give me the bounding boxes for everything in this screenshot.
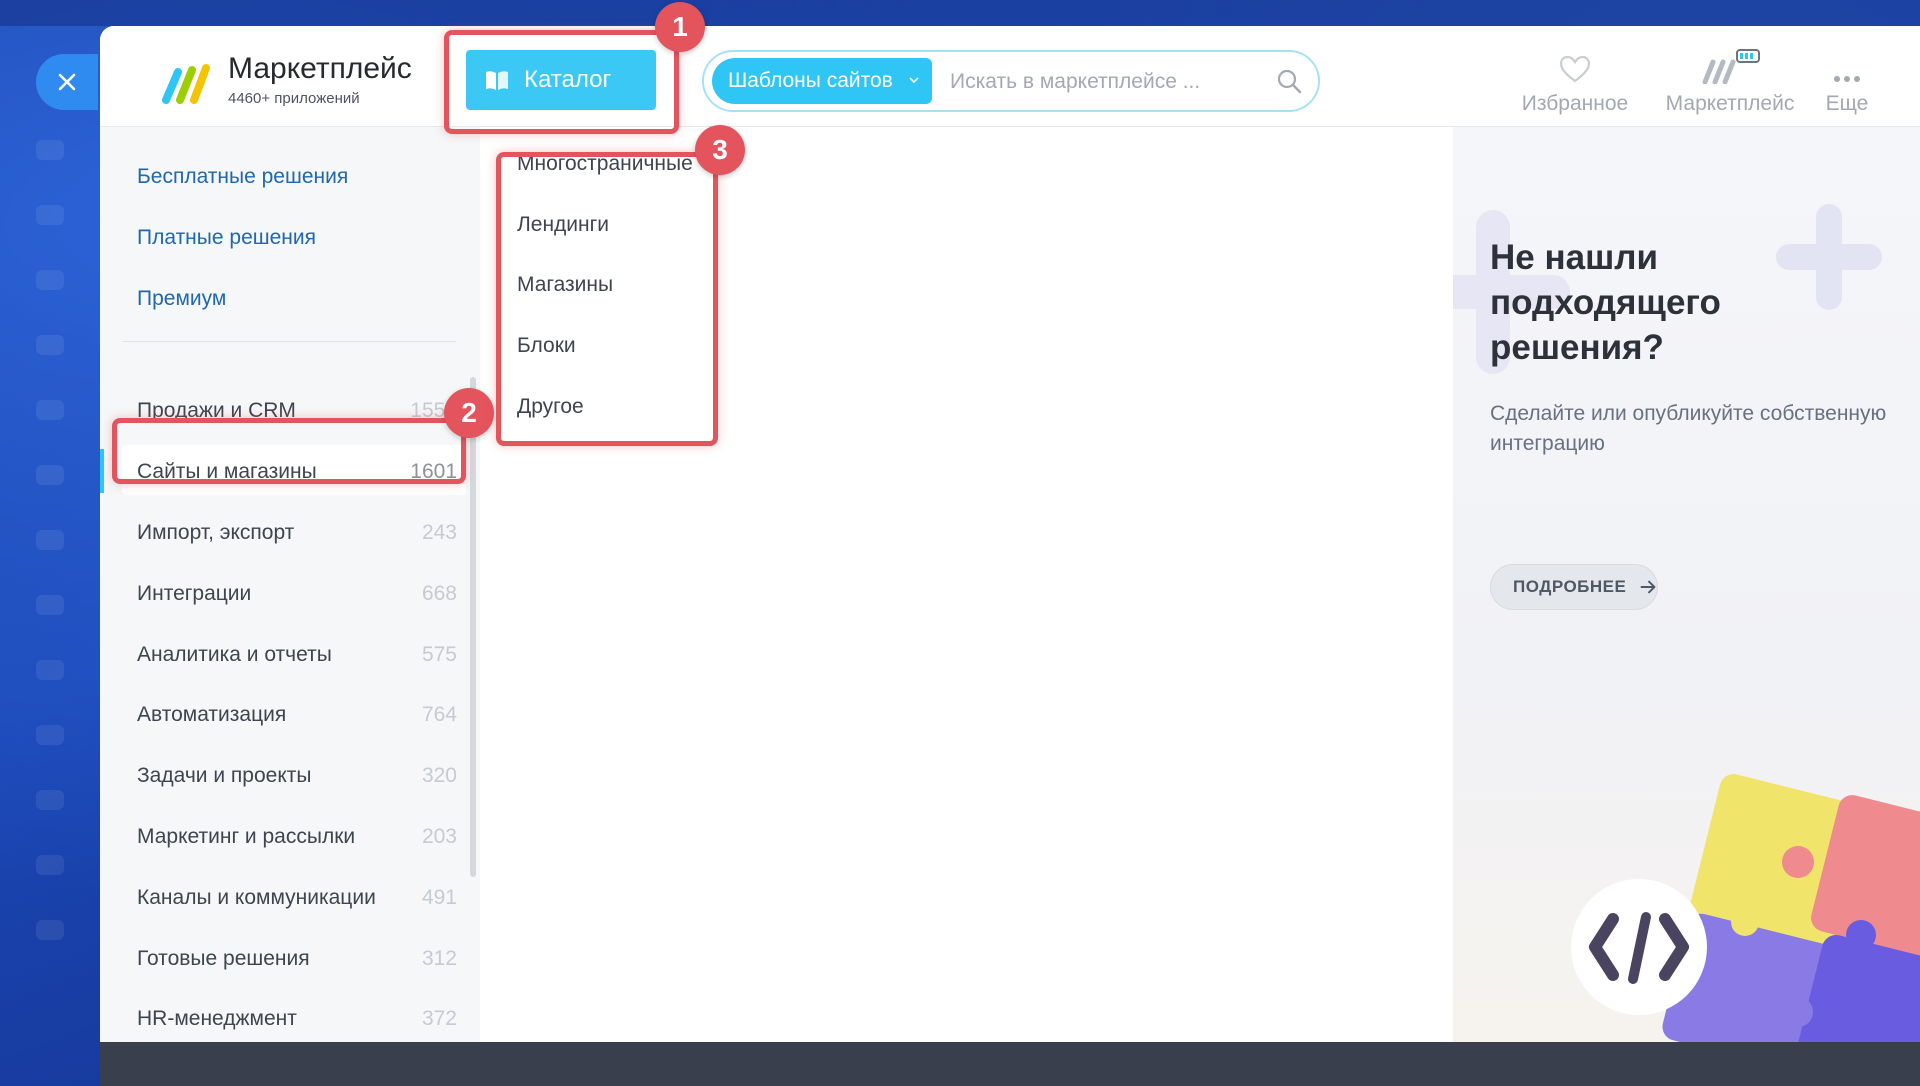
sidebar-divider: [122, 341, 456, 342]
rail-icon: [36, 335, 64, 355]
category-label: Каналы и коммуникации: [137, 886, 376, 909]
category-integrations[interactable]: Интеграции 668: [137, 582, 457, 612]
more-label: Еще: [1825, 92, 1869, 115]
marketplace-window: Маркетплейс 4460+ приложений Каталог Шаб…: [100, 26, 1920, 1042]
category-label: Маркетинг и рассылки: [137, 825, 356, 848]
close-icon: [58, 73, 76, 91]
active-category-marker: [100, 449, 104, 493]
sidebar-scrollbar[interactable]: [470, 377, 476, 877]
marketplace-logo-icon: [162, 64, 210, 104]
sidebar-link-free[interactable]: Бесплатные решения: [137, 165, 348, 189]
more-dots-icon: [1834, 76, 1860, 82]
sidebar-link-paid[interactable]: Платные решения: [137, 226, 316, 250]
category-count: 320: [421, 764, 457, 787]
marketplace-label: Маркетплейс: [1665, 92, 1795, 115]
background-content-peek: [100, 1042, 1920, 1086]
rail-icon: [36, 660, 64, 680]
category-count: 243: [421, 521, 457, 544]
marketplace-icon: [1702, 49, 1760, 84]
category-label: Задачи и проекты: [137, 764, 312, 787]
rail-icon: [36, 530, 64, 550]
more-button[interactable]: Еще: [1812, 52, 1882, 116]
highlight-sites-shops: [112, 418, 466, 484]
rail-icon: [36, 790, 64, 810]
search-scope-dropdown[interactable]: Шаблоны сайтов: [712, 58, 932, 104]
rail-icon: [36, 725, 64, 745]
promo-more-button[interactable]: ПОДРОБНЕЕ: [1490, 564, 1658, 610]
category-label: HR-менеджмент: [137, 1007, 297, 1030]
rail-icon: [36, 465, 64, 485]
brand-name: Маркетплейс: [228, 52, 412, 85]
highlight-catalog: [444, 30, 679, 134]
promo-title: Не нашли подходящего решения?: [1490, 238, 1721, 367]
search-icon[interactable]: [1276, 68, 1302, 94]
header: Маркетплейс 4460+ приложений Каталог Шаб…: [100, 26, 1920, 127]
category-count: 372: [421, 1007, 457, 1030]
category-count: 668: [421, 582, 457, 605]
rail-icon: [36, 205, 64, 225]
category-tasks-projects[interactable]: Задачи и проекты 320: [137, 764, 457, 794]
sidebar-link-premium[interactable]: Премиум: [137, 287, 226, 311]
annotation-badge-1: 1: [655, 2, 705, 52]
category-count: 575: [421, 643, 457, 666]
favorites-label: Избранное: [1521, 92, 1629, 115]
heart-icon: [1559, 55, 1591, 83]
brand-app-count: 4460+ приложений: [228, 90, 360, 107]
close-slider-button[interactable]: [36, 54, 98, 110]
search-input[interactable]: [948, 60, 1252, 104]
desktop-top-strip: [0, 0, 1920, 26]
chevron-down-icon: [909, 77, 919, 84]
category-import-export[interactable]: Импорт, экспорт 243: [137, 521, 457, 551]
annotation-badge-2: 2: [444, 388, 494, 438]
desktop-left-rail: [0, 0, 100, 1086]
marketplace-button[interactable]: Маркетплейс: [1655, 49, 1805, 116]
rail-icon: [36, 140, 64, 160]
rail-icon: [36, 855, 64, 875]
category-channels[interactable]: Каналы и коммуникации 491: [137, 886, 457, 916]
promo-more-label: ПОДРОБНЕЕ: [1513, 577, 1627, 596]
annotation-badge-3: 3: [695, 125, 745, 175]
category-count: 203: [421, 825, 457, 848]
category-count: 764: [421, 703, 457, 726]
rail-icon: [36, 400, 64, 420]
category-marketing[interactable]: Маркетинг и рассылки 203: [137, 825, 457, 855]
category-automation[interactable]: Автоматизация 764: [137, 703, 457, 733]
category-count: 312: [421, 947, 457, 970]
promo-text: Сделайте или опубликуйте собственную инт…: [1490, 402, 1887, 455]
category-ready-solutions[interactable]: Готовые решения 312: [137, 947, 457, 977]
arrow-right-icon: [1640, 580, 1656, 594]
favorites-button[interactable]: Избранное: [1510, 52, 1640, 116]
rail-icon: [36, 595, 64, 615]
category-label: Импорт, экспорт: [137, 521, 295, 544]
rail-icon: [36, 270, 64, 290]
category-count: 491: [421, 886, 457, 909]
highlight-submenu: [496, 152, 718, 446]
category-label: Интеграции: [137, 582, 252, 605]
search-scope-label: Шаблоны сайтов: [728, 69, 893, 92]
category-analytics[interactable]: Аналитика и отчеты 575: [137, 643, 457, 673]
rail-icon: [36, 920, 64, 940]
promo-panel: Не нашли подходящего решения? Сделайте и…: [1453, 127, 1920, 1042]
category-hr[interactable]: HR-менеджмент 372: [137, 1007, 457, 1037]
category-label: Аналитика и отчеты: [137, 643, 332, 666]
category-label: Автоматизация: [137, 703, 287, 726]
search-bar: Шаблоны сайтов: [702, 50, 1320, 112]
catalog-sidebar: Бесплатные решения Платные решения Преми…: [100, 127, 480, 1042]
category-label: Готовые решения: [137, 947, 310, 970]
